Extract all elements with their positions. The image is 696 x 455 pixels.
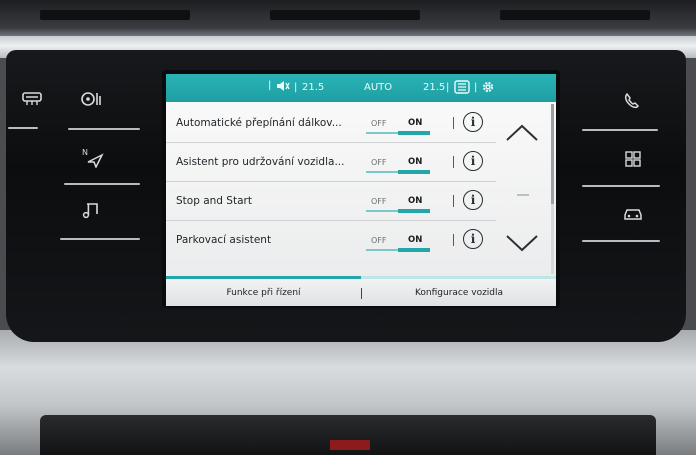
touch-display: | | 21.5 AUTO 21.5 | | Automatické přepí… [166,74,556,306]
divider: | [294,82,298,93]
setting-label: Parkovací asistent [176,234,272,246]
music-icon[interactable] [82,201,100,219]
info-icon[interactable]: i [463,190,483,210]
left-temperature[interactable]: 21.5 [302,82,324,93]
navigation-icon[interactable]: N [80,146,104,168]
phone-icon[interactable] [622,92,640,110]
toggle-off-option[interactable]: OFF [371,158,387,167]
dashboard-lower [0,330,696,455]
speaker-muted-icon[interactable] [276,80,290,95]
right-temperature[interactable]: 21.5 [423,82,445,93]
key-divider [60,238,140,240]
key-divider [64,183,140,185]
toggle-off-option[interactable]: OFF [371,197,387,206]
key-divider [68,128,140,130]
toggle-on-option[interactable]: ON [408,118,422,128]
tab-vehicle-configuration[interactable]: Konfigurace vozidla [362,288,556,298]
setting-row[interactable]: Automatické přepínání dálkov... OFF ON i [166,104,496,143]
seat-heat-icon[interactable] [454,80,470,97]
toggle-indicator [398,248,430,252]
status-bar: | | 21.5 AUTO 21.5 | | [166,74,556,102]
toggle-on-option[interactable]: ON [408,157,422,167]
scrollbar-thumb[interactable] [551,104,554,204]
dash-slot [40,10,190,20]
dashboard-top [0,0,696,40]
toggle-on-option[interactable]: ON [408,196,422,206]
setting-row[interactable]: Stop and Start OFF ON i [166,182,496,221]
info-icon[interactable]: i [463,151,483,171]
info-icon[interactable]: i [463,112,483,132]
tab-driving-functions[interactable]: Funkce při řízení [166,288,361,298]
divider: | [474,82,478,93]
climate-mode[interactable]: AUTO [364,82,392,93]
divider [453,117,454,129]
divider [453,234,454,246]
setting-row[interactable]: Asistent pro udržování vozidla... OFF ON… [166,143,496,182]
toggle-off-option[interactable]: OFF [371,119,387,128]
dash-slot [270,10,420,20]
toggle-indicator [398,131,430,135]
scroll-up-button[interactable] [504,122,540,148]
setting-label: Stop and Start [176,195,252,207]
gear-icon[interactable] [481,80,495,97]
dash-slot [500,10,650,20]
toggle-on-option[interactable]: ON [408,235,422,245]
scroll-down-button[interactable] [504,232,540,258]
divider: | [268,80,272,91]
info-icon[interactable]: i [463,229,483,249]
toggle-indicator [398,170,430,174]
divider [453,156,454,168]
key-divider [582,240,660,242]
apps-grid-icon[interactable] [624,150,642,168]
key-divider [582,129,658,131]
toggle-indicator [398,209,430,213]
rear-defrost-icon[interactable] [22,92,42,106]
tab-bar: Funkce při řízení Konfigurace vozidla [166,279,556,306]
key-divider [582,185,660,187]
setting-row[interactable]: Parkovací asistent OFF ON i [166,221,496,259]
car-icon[interactable] [622,205,644,221]
divider: | [446,82,450,93]
key-divider [8,127,38,129]
fan-climate-icon[interactable] [80,91,104,107]
svg-text:N: N [82,148,88,157]
divider [453,195,454,207]
scroll-position-marker [516,182,530,201]
setting-label: Asistent pro udržování vozidla... [176,156,345,168]
toggle-off-option[interactable]: OFF [371,236,387,245]
hazard-button [330,440,370,450]
setting-label: Automatické přepínání dálkov... [176,117,342,129]
